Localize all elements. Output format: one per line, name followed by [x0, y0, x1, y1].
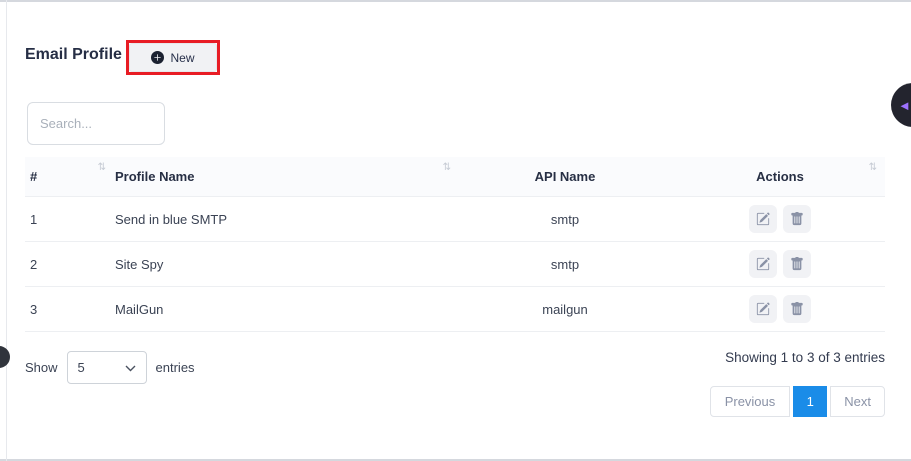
entries-label: entries — [156, 360, 195, 375]
row-api-name: mailgun — [455, 302, 675, 317]
collapse-panel-button[interactable]: ◄ — [891, 83, 911, 127]
sort-icon: ⇅ — [869, 162, 877, 173]
new-button-label: New — [170, 51, 194, 65]
row-profile-name: Site Spy — [110, 257, 455, 272]
sort-icon: ⇅ — [98, 162, 106, 173]
content-left-border — [6, 0, 7, 461]
next-page-button[interactable]: Next — [830, 386, 885, 417]
page-length-control: Show 5 entries — [25, 351, 195, 384]
chevron-left-icon: ◄ — [898, 99, 911, 112]
chevron-down-icon — [125, 360, 136, 375]
row-index: 3 — [25, 302, 110, 317]
row-actions — [675, 250, 885, 278]
top-border — [0, 0, 911, 2]
previous-page-button[interactable]: Previous — [710, 386, 791, 417]
delete-button[interactable] — [783, 205, 811, 233]
edit-icon — [756, 212, 770, 226]
sort-icon: ⇅ — [443, 162, 451, 173]
table-row: 2 Site Spy smtp — [25, 242, 885, 287]
delete-button[interactable] — [783, 295, 811, 323]
page-title: Email Profile — [25, 46, 122, 64]
column-header-api-name[interactable]: API Name — [455, 157, 675, 196]
page-length-value: 5 — [78, 360, 85, 375]
trash-icon — [790, 212, 804, 226]
edit-button[interactable] — [749, 250, 777, 278]
table-info-text: Showing 1 to 3 of 3 entries — [725, 350, 885, 365]
row-actions — [675, 205, 885, 233]
column-header-index[interactable]: # ⇅ — [25, 157, 110, 196]
page-length-select[interactable]: 5 — [67, 351, 147, 384]
row-profile-name: Send in blue SMTP — [110, 212, 455, 227]
row-api-name: smtp — [455, 257, 675, 272]
search-input[interactable] — [27, 102, 165, 145]
column-header-actions[interactable]: Actions ⇅ — [675, 157, 885, 196]
row-profile-name: MailGun — [110, 302, 455, 317]
email-profile-page: ◄ Email Profile New # ⇅ Profile Name ⇅ A — [0, 0, 911, 461]
current-page-button[interactable]: 1 — [793, 386, 827, 417]
row-actions — [675, 295, 885, 323]
trash-icon — [790, 257, 804, 271]
show-label: Show — [25, 360, 58, 375]
edit-icon — [756, 302, 770, 316]
left-edge-knob[interactable] — [0, 346, 10, 368]
row-index: 1 — [25, 212, 110, 227]
trash-icon — [790, 302, 804, 316]
edit-icon — [756, 257, 770, 271]
table-header-row: # ⇅ Profile Name ⇅ API Name Actions ⇅ — [25, 157, 885, 197]
table-row: 1 Send in blue SMTP smtp — [25, 197, 885, 242]
delete-button[interactable] — [783, 250, 811, 278]
column-header-profile-name[interactable]: Profile Name ⇅ — [110, 157, 455, 196]
row-api-name: smtp — [455, 212, 675, 227]
plus-circle-icon — [151, 51, 164, 64]
pagination: Previous 1 Next — [710, 386, 885, 417]
table-row: 3 MailGun mailgun — [25, 287, 885, 332]
email-profile-table: # ⇅ Profile Name ⇅ API Name Actions ⇅ 1 … — [25, 157, 885, 332]
new-button[interactable]: New — [129, 43, 217, 72]
annotation-highlight: New — [126, 40, 220, 75]
edit-button[interactable] — [749, 295, 777, 323]
row-index: 2 — [25, 257, 110, 272]
edit-button[interactable] — [749, 205, 777, 233]
